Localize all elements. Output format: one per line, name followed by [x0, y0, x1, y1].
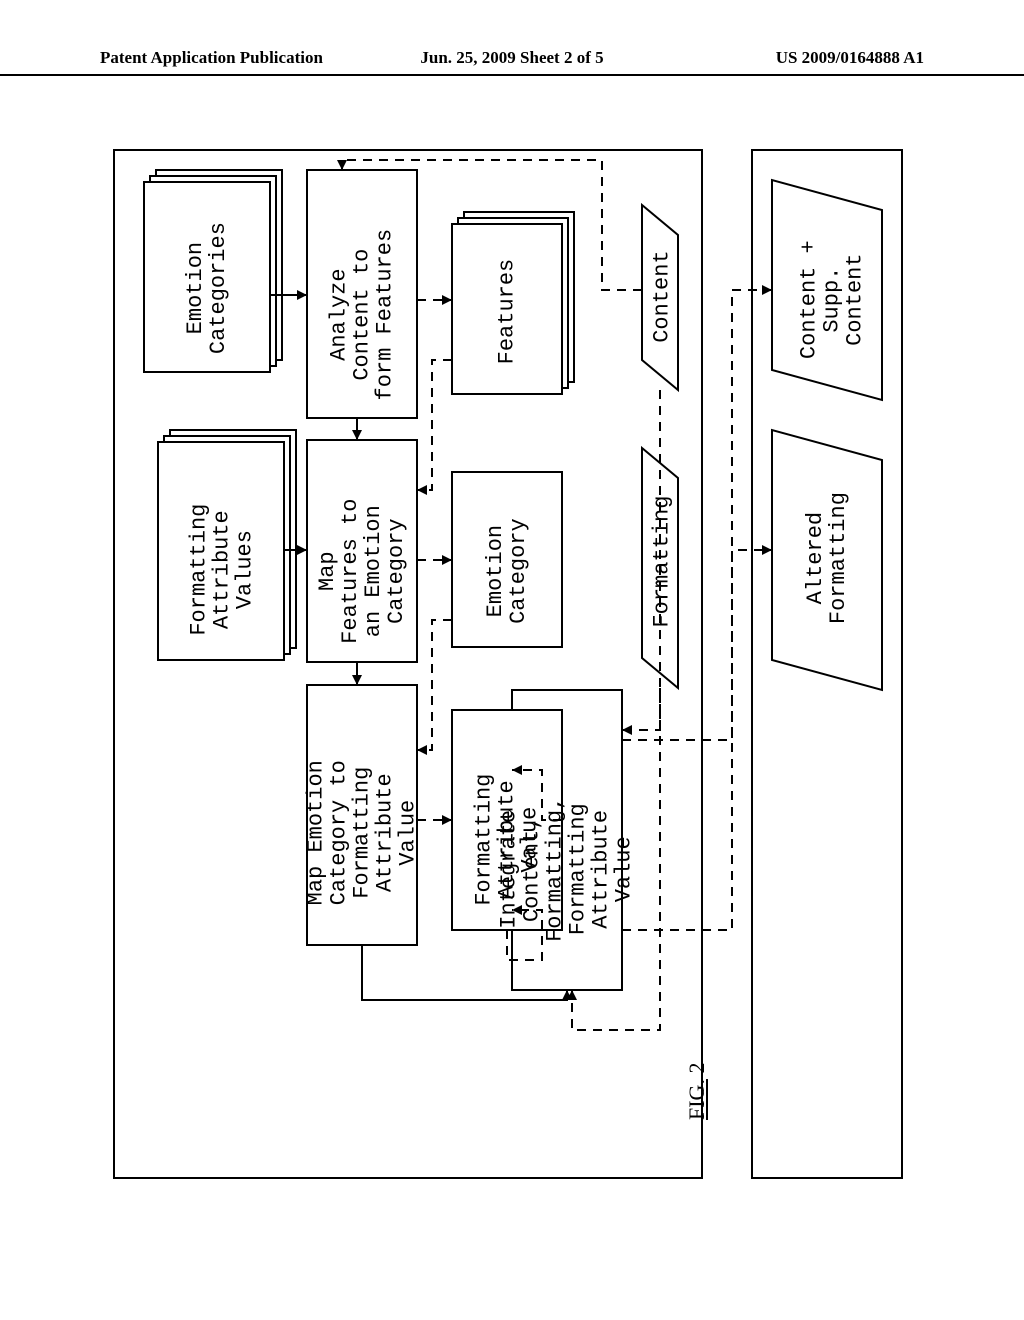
box-integrate: Integrate Content, Formatting, Formattin… [498, 724, 637, 1014]
para-content-supp: Content + Supp. Content [797, 190, 866, 410]
page-header: Patent Application Publication Jun. 25, … [0, 48, 1024, 76]
para-formatting: Formatting [650, 452, 673, 672]
figure-label: FIG. 2 [684, 1063, 710, 1120]
box-emotion-categories: Emotion Categories [184, 178, 230, 398]
header-right: US 2009/0164888 A1 [776, 48, 924, 68]
box-features: Features [495, 217, 518, 407]
figure-prefix: FIG. [684, 1079, 709, 1120]
box-analyze: Analyze Content to form Features [327, 185, 396, 445]
para-altered-formatting: Altered Formatting [804, 433, 850, 683]
figure-number: 2 [684, 1063, 709, 1074]
para-content: Content [650, 207, 673, 387]
box-emotion-category: Emotion Category [484, 476, 530, 666]
box-map-features: Map Features to an Emotion Category [316, 456, 408, 686]
box-map-emotion: Map Emotion Category to Formatting Attri… [304, 698, 419, 968]
box-formatting-attr-values: Formatting Attribute Values [187, 445, 256, 695]
diagram-canvas: .solid { stroke:#000; stroke-width:2; fi… [112, 130, 912, 1190]
